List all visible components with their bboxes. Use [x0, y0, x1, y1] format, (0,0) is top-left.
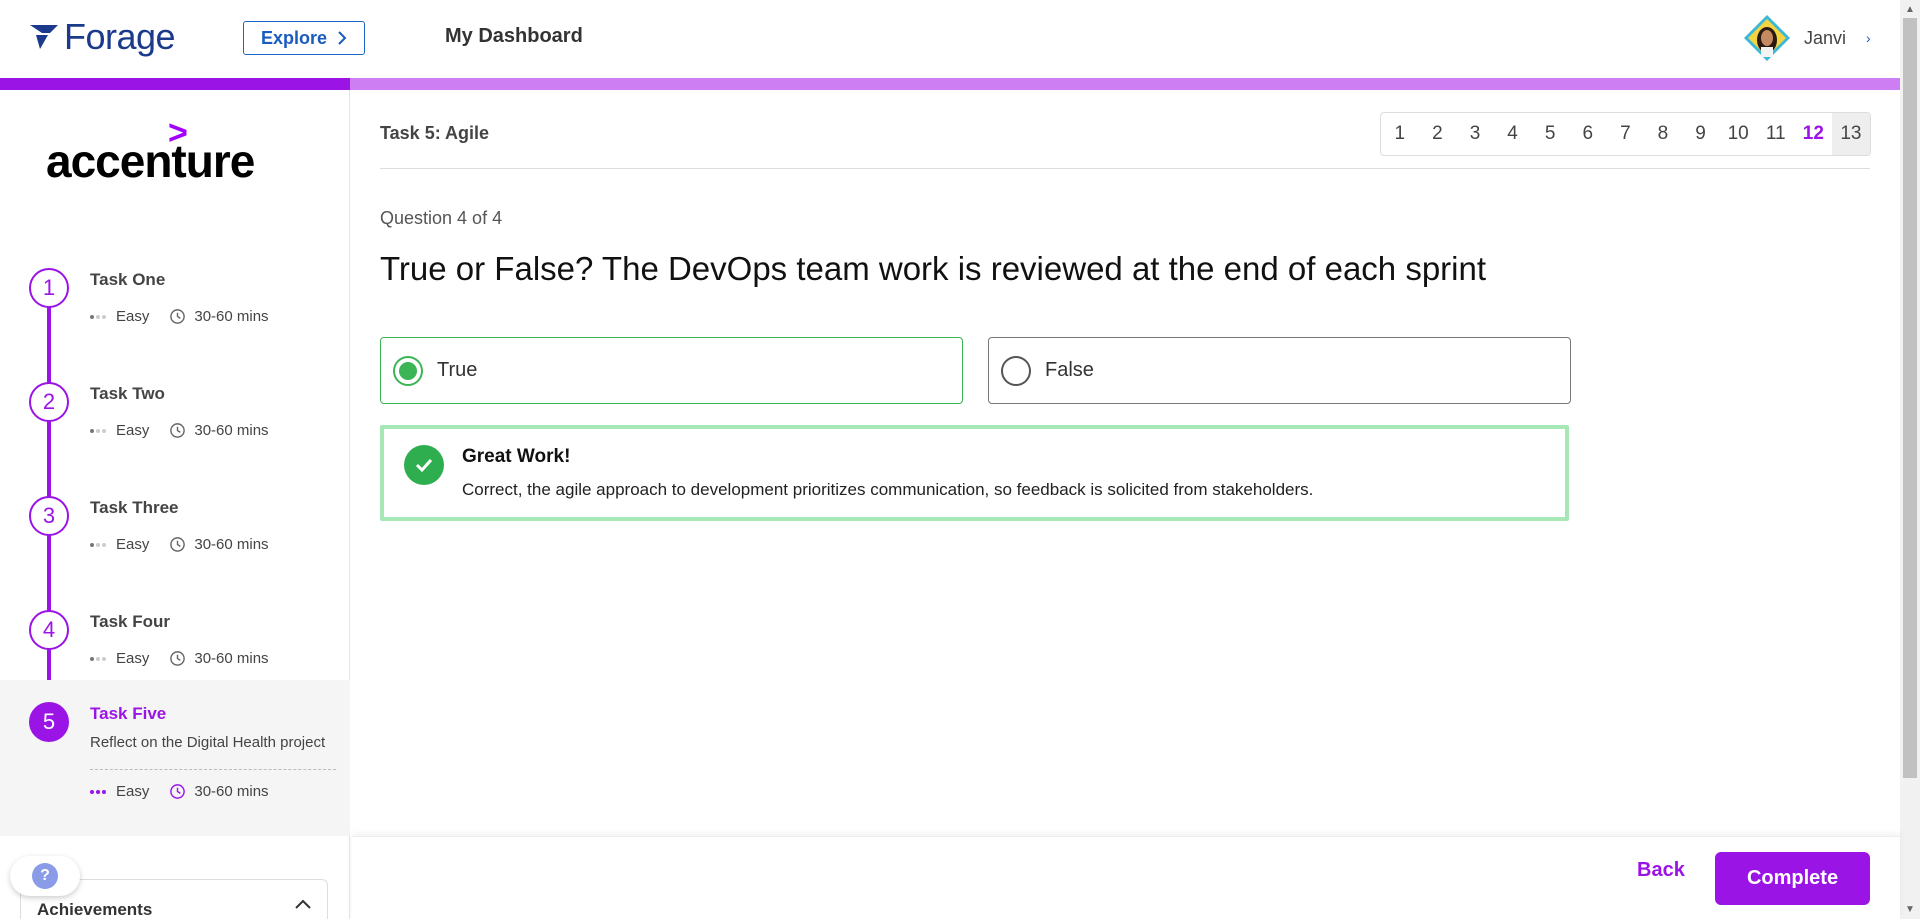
task-difficulty: Easy	[116, 783, 150, 800]
brand-name: Forage	[64, 16, 176, 57]
option-label: False	[1045, 359, 1094, 381]
sidebar-task-2[interactable]: 2 Task Two Easy 30-60 mins	[0, 359, 350, 473]
clock-icon	[170, 423, 186, 438]
task-difficulty: Easy	[116, 308, 150, 325]
chevron-up-icon[interactable]	[293, 894, 313, 914]
page-number-1[interactable]: 1	[1381, 113, 1419, 155]
avatar	[1742, 14, 1792, 62]
accenture-gt-mark: >	[168, 114, 188, 152]
task-sidebar: > accenture 1 Task One Easy 30-60 mins 2…	[0, 90, 350, 919]
user-menu[interactable]: Janvi ›	[1742, 14, 1871, 62]
difficulty-dots-icon	[90, 428, 106, 433]
main-content: Task 5: Agile 1 2 3 4 5 6 7 8 9 10 11 12 13 Question…	[350, 90, 1900, 919]
task-number-badge: 3	[29, 496, 69, 536]
task-title: Task Two	[90, 384, 165, 403]
task-meta: Easy 30-60 mins	[90, 783, 269, 800]
page-number-5[interactable]: 5	[1531, 113, 1569, 155]
sidebar-task-5[interactable]: 5 Task Five Reflect on the Digital Healt…	[0, 680, 350, 836]
task-divider	[90, 769, 336, 770]
page-number-2[interactable]: 2	[1419, 113, 1457, 155]
task-number-badge: 2	[29, 382, 69, 422]
task-duration: 30-60 mins	[194, 422, 269, 439]
answer-option-false[interactable]: False	[988, 337, 1571, 404]
scroll-down-arrow-icon[interactable]: ▼	[1905, 904, 1915, 915]
page-scrollbar[interactable]: ▲ ▼	[1900, 0, 1920, 919]
back-button[interactable]: Back	[1637, 859, 1685, 882]
task-heading: Task 5: Agile	[380, 123, 490, 143]
difficulty-dots-icon	[90, 314, 106, 319]
forage-logo[interactable]: Forage	[28, 16, 176, 58]
difficulty-dots-icon	[90, 542, 106, 547]
clock-icon	[170, 651, 186, 666]
difficulty-dots-icon	[90, 789, 106, 794]
course-progress-bar	[0, 78, 1900, 90]
chevron-right-icon: ›	[1866, 30, 1871, 46]
radio-unchecked-icon[interactable]	[1001, 355, 1031, 386]
task-duration: 30-60 mins	[194, 536, 269, 553]
check-circle-icon	[404, 445, 444, 485]
option-label: True	[437, 359, 478, 381]
task-description: Reflect on the Digital Health project	[90, 734, 326, 751]
page-number-6[interactable]: 6	[1569, 113, 1607, 155]
task-meta: Easy 30-60 mins	[90, 308, 269, 325]
radio-checked-icon[interactable]	[393, 355, 423, 386]
explore-label: Explore	[260, 27, 328, 48]
sidebar-task-3[interactable]: 3 Task Three Easy 30-60 mins	[0, 473, 350, 587]
page-number-7[interactable]: 7	[1607, 113, 1645, 155]
page-number-11[interactable]: 11	[1757, 113, 1795, 155]
progress-fill	[0, 78, 350, 90]
scroll-thumb[interactable]	[1903, 18, 1917, 778]
feedback-title: Great Work!	[462, 446, 571, 467]
task-number-badge: 5	[29, 702, 69, 742]
complete-button[interactable]: Complete	[1715, 852, 1870, 905]
task-meta: Easy 30-60 mins	[90, 650, 269, 667]
my-dashboard-link[interactable]: My Dashboard	[445, 25, 583, 48]
accenture-logo: > accenture	[46, 114, 255, 188]
task-title: Task Four	[90, 612, 170, 631]
clock-icon	[170, 784, 186, 799]
task-number-badge: 1	[29, 268, 69, 308]
sidebar-task-1[interactable]: 1 Task One Easy 30-60 mins	[0, 245, 350, 359]
chevron-right-icon	[338, 31, 347, 45]
feedback-body: Correct, the agile approach to developme…	[462, 480, 1314, 499]
task-meta: Easy 30-60 mins	[90, 536, 269, 553]
answer-option-true[interactable]: True	[380, 337, 963, 404]
task-duration: 30-60 mins	[194, 308, 269, 325]
page-number-3[interactable]: 3	[1456, 113, 1494, 155]
task-meta: Easy 30-60 mins	[90, 422, 269, 439]
achievements-label: Achievements	[37, 900, 153, 919]
page-number-13[interactable]: 13	[1832, 113, 1870, 155]
question-text: True or False? The DevOps team work is r…	[380, 250, 1487, 287]
scroll-up-arrow-icon[interactable]: ▲	[1905, 4, 1915, 15]
clock-icon	[170, 309, 186, 324]
page-number-10[interactable]: 10	[1719, 113, 1757, 155]
explore-button[interactable]: Explore	[243, 21, 365, 55]
feedback-panel: Great Work! Correct, the agile approach …	[380, 425, 1569, 521]
heading-divider	[380, 168, 1870, 169]
task-difficulty: Easy	[116, 650, 150, 667]
question-counter: Question 4 of 4	[380, 208, 503, 228]
task-title: Task Five	[90, 704, 167, 723]
task-duration: 30-60 mins	[194, 783, 269, 800]
accenture-wordmark: accenture	[46, 135, 255, 187]
question-pager: 1 2 3 4 5 6 7 8 9 10 11 12 13	[1380, 112, 1871, 156]
help-button[interactable]: ?	[10, 856, 80, 896]
clock-icon	[170, 537, 186, 552]
help-icon: ?	[32, 863, 58, 889]
difficulty-dots-icon	[90, 656, 106, 661]
top-header: Forage Explore My Dashboard Janvi ›	[0, 0, 1900, 78]
task-title: Task One	[90, 270, 166, 289]
task-difficulty: Easy	[116, 422, 150, 439]
task-number-badge: 4	[29, 610, 69, 650]
page-number-4[interactable]: 4	[1494, 113, 1532, 155]
task-duration: 30-60 mins	[194, 650, 269, 667]
task-difficulty: Easy	[116, 536, 150, 553]
forage-logo-icon	[30, 25, 58, 49]
page-number-12[interactable]: 12	[1795, 113, 1833, 155]
footer-bar: Back Complete	[352, 836, 1900, 919]
page-number-8[interactable]: 8	[1644, 113, 1682, 155]
user-name: Janvi	[1804, 27, 1847, 48]
page-number-9[interactable]: 9	[1682, 113, 1720, 155]
task-title: Task Three	[90, 498, 179, 517]
